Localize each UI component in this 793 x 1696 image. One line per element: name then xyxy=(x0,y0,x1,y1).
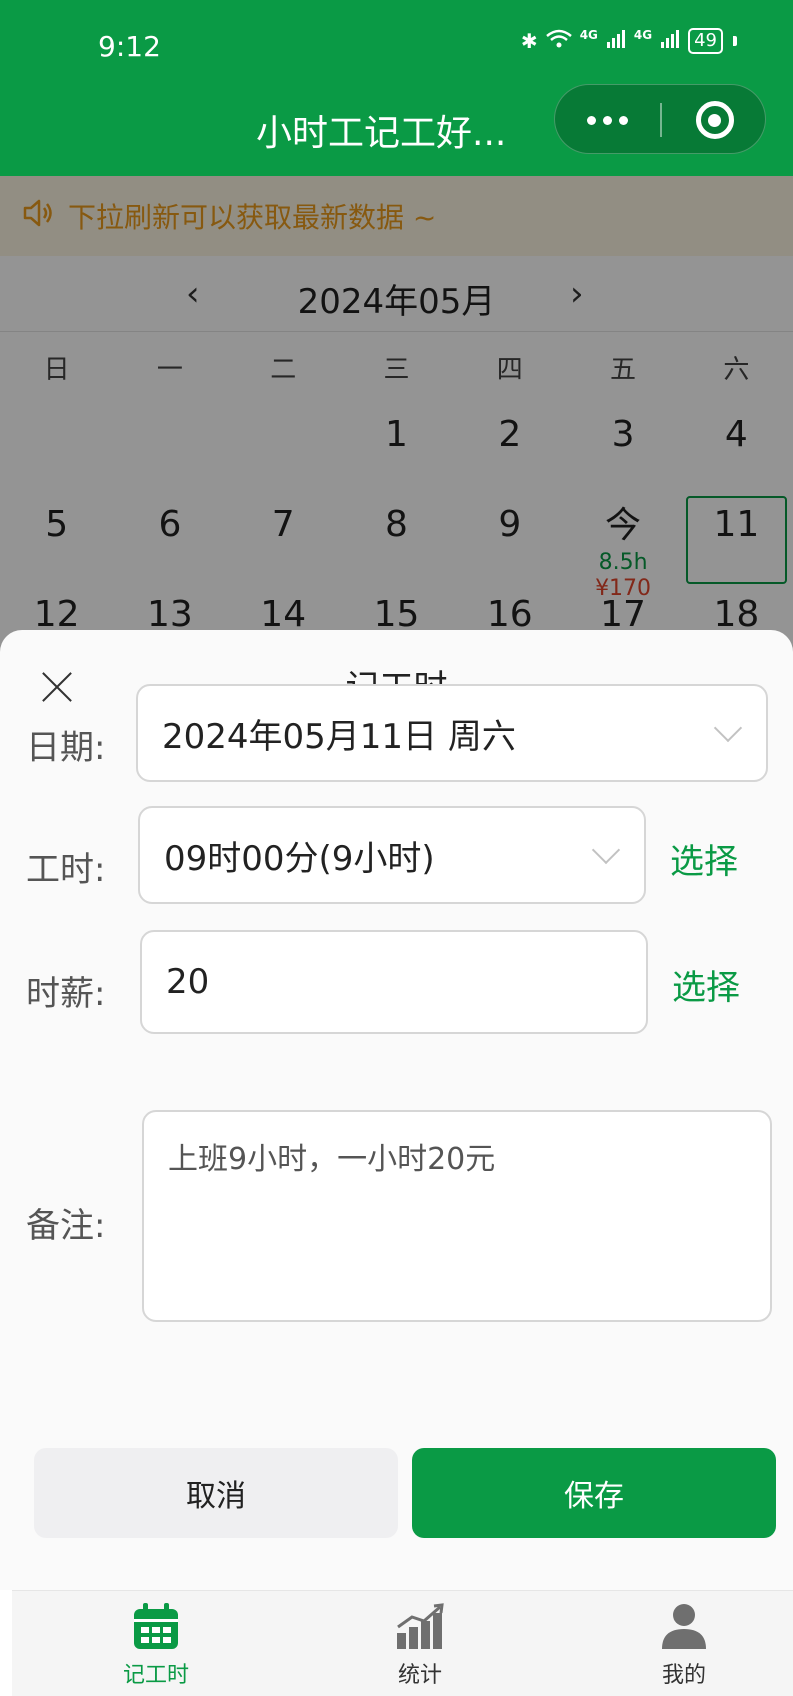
wage-label: 时薪: xyxy=(26,974,106,1014)
more-dots-icon[interactable] xyxy=(555,85,660,155)
user-icon xyxy=(662,1604,706,1649)
battery-nub xyxy=(733,36,737,46)
status-icons: ✱ 4G 4G 49 xyxy=(521,28,737,54)
note-value: 上班9小时，一小时20元 xyxy=(168,1142,496,1177)
record-hours-sheet: 记工时 日期: 2024年05月11日 周六 工时: 09时00分(9小时) 选… xyxy=(0,630,793,1590)
chevron-down-icon xyxy=(713,713,743,743)
save-button[interactable]: 保存 xyxy=(412,1448,776,1538)
hours-select[interactable]: 09时00分(9小时) xyxy=(138,806,646,904)
wage-pick-button[interactable]: 选择 xyxy=(672,960,740,1009)
tab-statistics[interactable]: 统计 xyxy=(340,1601,500,1689)
tab-label: 我的 xyxy=(661,1663,706,1688)
signal-icon xyxy=(660,29,680,54)
tab-mine[interactable]: 我的 xyxy=(604,1601,764,1689)
mini-program-capsule xyxy=(554,84,766,154)
hours-label: 工时: xyxy=(26,850,106,890)
wifi-icon xyxy=(545,29,572,54)
network-label-2: 4G xyxy=(633,28,653,42)
tab-record-hours[interactable]: 记工时 xyxy=(76,1601,236,1689)
tab-label: 记工时 xyxy=(122,1663,189,1688)
hours-pick-button[interactable]: 选择 xyxy=(670,834,738,883)
chevron-down-icon xyxy=(591,835,621,865)
calendar-icon xyxy=(134,1603,178,1649)
note-textarea[interactable]: 上班9小时，一小时20元 xyxy=(142,1110,772,1322)
app-title: 小时工记工好... xyxy=(256,113,507,154)
target-circle-icon[interactable] xyxy=(662,85,767,155)
bar-chart-icon xyxy=(397,1603,444,1649)
hours-value: 09时00分(9小时) xyxy=(164,838,435,879)
note-label: 备注: xyxy=(26,1206,106,1246)
date-value: 2024年05月11日 周六 xyxy=(162,716,516,757)
bottom-tab-bar: 记工时 统计 我的 xyxy=(12,1590,793,1696)
bluetooth-icon: ✱ xyxy=(520,29,538,53)
wage-input[interactable]: 20 xyxy=(140,930,648,1034)
date-label: 日期: xyxy=(26,728,106,768)
network-label-1: 4G xyxy=(579,28,598,42)
signal-icon xyxy=(606,29,626,54)
tab-label: 统计 xyxy=(397,1663,442,1688)
app-header: 9:12 ✱ 4G 4G 49 小时工记工好... xyxy=(0,0,793,176)
date-select[interactable]: 2024年05月11日 周六 xyxy=(136,684,768,782)
battery-icon: 49 xyxy=(688,28,723,54)
cancel-button[interactable]: 取消 xyxy=(34,1448,398,1538)
wage-value: 20 xyxy=(166,962,210,1002)
status-time: 9:12 xyxy=(98,30,161,63)
